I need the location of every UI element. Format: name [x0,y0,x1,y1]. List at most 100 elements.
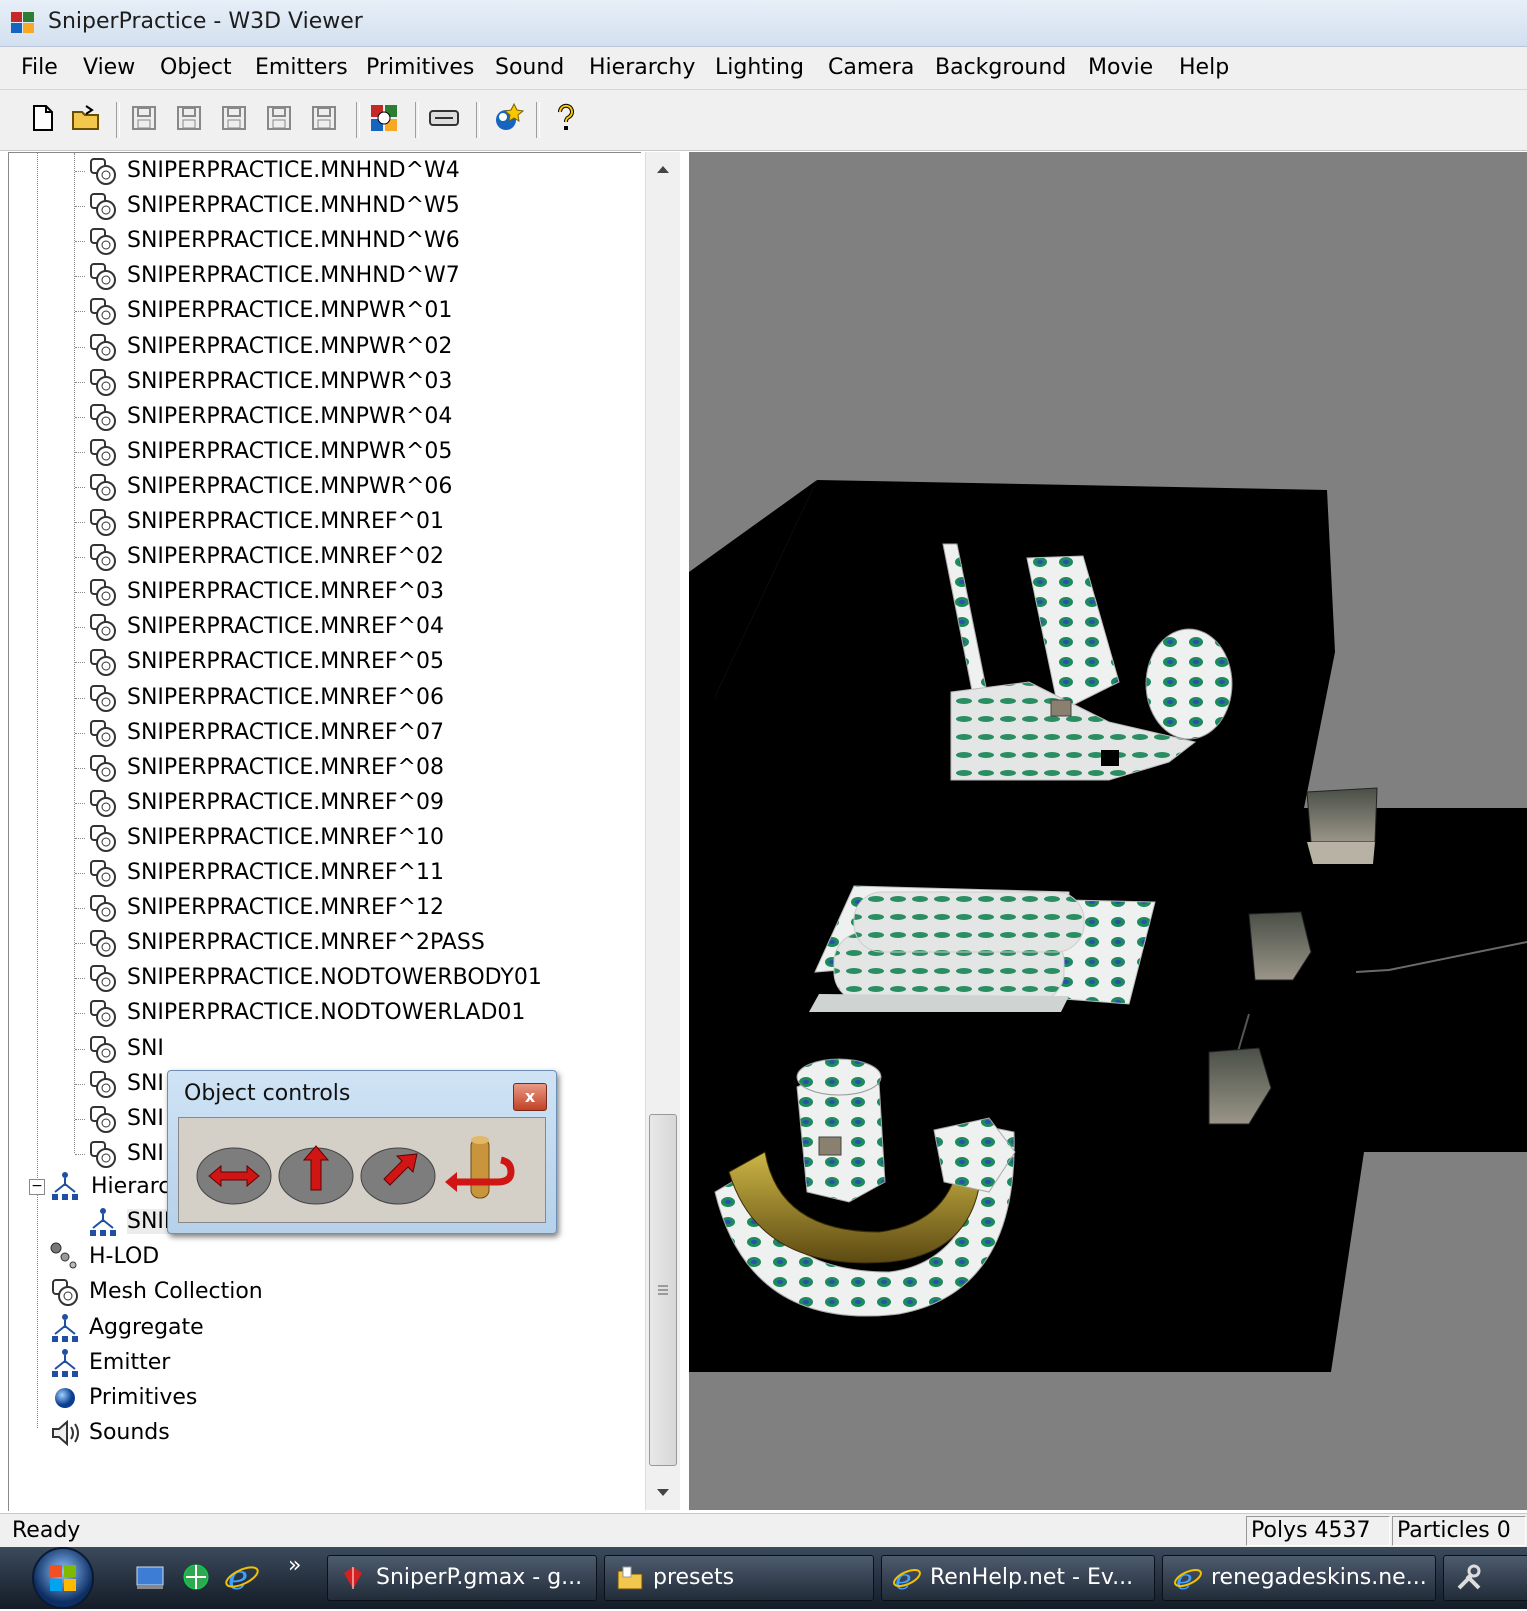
tree-item-label: SNIPERPRACTICE.MNREF^03 [127,579,444,605]
tree-item-mesh[interactable]: SNIPERPRACTICE.MNREF^01 [87,505,627,539]
help-icon[interactable] [550,102,582,134]
mesh-icon [90,754,116,782]
save-icon[interactable] [263,102,295,134]
color-settings-icon[interactable] [368,102,400,134]
tree-item-label: SNIPERPRACTICE.MNHND^W5 [127,193,460,219]
tree-item-mesh[interactable]: SNIPERPRACTICE.MNREF^2PASS [87,926,627,960]
object-tree[interactable]: SNIPERPRACTICE.MNHND^W4 SNIPERPRACTICE.MN… [8,152,641,1511]
task-presets[interactable]: presets [604,1555,874,1601]
task-renegadeskins[interactable]: e renegadeskins.ne... [1162,1555,1436,1601]
object-controls-window[interactable]: Object controls x [167,1070,557,1234]
tree-item-label: SNIPERPRACTICE.MNREF^06 [127,684,444,710]
show-desktop-icon[interactable] [134,1561,166,1593]
mesh-icon [52,1279,78,1306]
scroll-down-icon[interactable] [646,1476,680,1510]
scroll-up-icon[interactable] [646,152,680,186]
mesh-icon [90,158,116,185]
title-bar[interactable]: SniperPractice - W3D Viewer [0,0,1527,47]
tree-item-mesh[interactable]: SNIPERPRACTICE.MNPWR^02 [87,330,627,364]
tree-item-label: Hierarc [91,1174,171,1199]
menu-hierarchy[interactable]: Hierarchy [589,55,695,80]
tree-item-primitives[interactable]: Primitives [49,1381,349,1415]
tree-item-mesh[interactable]: SNIPERPRACTICE.MNREF^02 [87,540,627,574]
menu-background[interactable]: Background [935,55,1066,80]
tree-item-mesh[interactable]: SNIPERPRACTICE.MNREF^03 [87,575,627,609]
tree-item-mesh[interactable]: SNIPERPRACTICE.MNHND^W4 [87,154,627,188]
tree-item-mesh[interactable]: SNIPERPRACTICE.MNREF^07 [87,716,627,750]
tree-item-mesh[interactable]: SNIPERPRACTICE.NODTOWERLAD01 [87,996,627,1030]
taskbar-overflow[interactable]: » [288,1553,301,1578]
internet-explorer-icon[interactable]: e [224,1559,260,1595]
new-file-icon[interactable] [26,102,58,134]
menu-primitives[interactable]: Primitives [366,55,474,80]
tree-item-sounds[interactable]: Sounds [49,1416,349,1450]
move-depth-icon[interactable] [359,1132,437,1208]
mesh-icon [90,895,116,923]
menu-emitters[interactable]: Emitters [255,55,348,80]
grip-icon [658,1285,668,1295]
menu-movie[interactable]: Movie [1088,55,1153,80]
menu-object[interactable]: Object [160,55,232,80]
tree-item-mesh[interactable]: SNIPERPRACTICE.MNREF^11 [87,856,627,890]
tree-scrollbar[interactable] [645,152,680,1510]
move-horizontal-icon[interactable] [195,1132,273,1208]
task-tools[interactable] [1443,1555,1527,1601]
network-icon[interactable] [180,1561,212,1593]
tree-item-aggregate[interactable]: Aggregate [49,1311,349,1345]
tree-item-mesh[interactable]: SNIPERPRACTICE.MNPWR^01 [87,294,627,328]
tree-item-h-lod[interactable]: H-LOD [49,1240,349,1274]
tree-item-mesh[interactable]: SNIPERPRACTICE.MNREF^10 [87,821,627,855]
tree-item-mesh[interactable]: SNIPERPRACTICE.MNPWR^04 [87,400,627,434]
tree-item-mesh[interactable]: SNIPERPRACTICE.MNHND^W6 [87,224,627,258]
tree-item-mesh[interactable]: SNIPERPRACTICE.MNREF^08 [87,751,627,785]
task-renhelp[interactable]: e RenHelp.net - Ev... [881,1555,1155,1601]
collapse-toggle[interactable]: − [29,1179,45,1195]
menu-sound[interactable]: Sound [495,55,564,80]
tree-item-mesh[interactable]: SNIPERPRACTICE.MNREF^04 [87,610,627,644]
tree-item-label: SNIPERPRACTICE.MNREF^02 [127,544,444,570]
mesh-icon [90,368,116,396]
tree-item-mesh[interactable]: SNIPERPRACTICE.MNPWR^03 [87,365,627,399]
tree-item-emitter[interactable]: Emitter [49,1346,349,1380]
tree-item-label: SNIPERPRACTICE.MNREF^10 [127,824,444,850]
internet-explorer-icon: e [1174,1563,1202,1593]
menu-file[interactable]: File [21,55,58,80]
save-icon[interactable] [173,102,205,134]
menu-camera[interactable]: Camera [828,55,914,80]
tree-item-mesh[interactable]: SNIPERPRACTICE.MNPWR^06 [87,470,627,504]
tree-item-mesh[interactable]: SNIPERPRACTICE.MNHND^W7 [87,259,627,293]
mesh-icon [90,824,116,852]
tree-item-mesh[interactable]: SNIPERPRACTICE.MNREF^05 [87,645,627,679]
tree-item-label: SNIPERPRACTICE.MNHND^W6 [127,228,460,254]
tree-item-label: SNIPERPRACTICE.MNPWR^03 [127,368,453,394]
task-gmax[interactable]: SniperP.gmax - g... [327,1555,597,1601]
tree-item-mesh[interactable]: SNIPERPRACTICE.NODTOWERBODY01 [87,961,627,995]
keyboard-icon[interactable] [428,102,460,134]
3d-viewport[interactable] [689,152,1527,1510]
tree-item-mesh[interactable]: SNIPERPRACTICE.MNPWR^05 [87,435,627,469]
hierarchy-icon [90,1208,116,1236]
tree-item-mesh[interactable]: SNI [87,1032,627,1066]
menu-view[interactable]: View [83,55,135,80]
mesh-icon [90,333,116,361]
save-icon[interactable] [308,102,340,134]
menu-help[interactable]: Help [1179,55,1229,80]
tree-item-mesh-collection[interactable]: Mesh Collection [49,1275,349,1309]
scroll-thumb[interactable] [649,1114,677,1466]
save-icon[interactable] [218,102,250,134]
move-vertical-icon[interactable] [277,1132,355,1208]
close-button[interactable]: x [513,1083,547,1111]
save-icon[interactable] [128,102,160,134]
mesh-icon [90,473,116,501]
open-folder-icon[interactable] [70,102,102,134]
tree-item-mesh[interactable]: SNIPERPRACTICE.MNHND^W5 [87,189,627,223]
tree-item-mesh[interactable]: SNIPERPRACTICE.MNREF^12 [87,891,627,925]
rotate-icon[interactable] [441,1132,519,1208]
tree-item-mesh[interactable]: SNIPERPRACTICE.MNREF^06 [87,681,627,715]
menu-lighting[interactable]: Lighting [715,55,804,80]
tree-item-label: SNIPERPRACTICE.MNREF^12 [127,895,444,921]
start-button[interactable] [25,1545,101,1611]
emitter-icon[interactable] [492,102,524,134]
scene-render [689,480,1527,1372]
tree-item-mesh[interactable]: SNIPERPRACTICE.MNREF^09 [87,786,627,820]
